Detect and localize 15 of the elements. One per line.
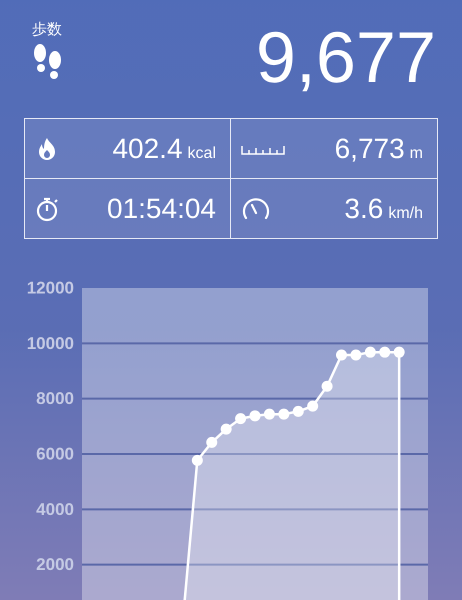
axis-tick-label: 4000 bbox=[36, 500, 74, 520]
stat-value: 6,773 bbox=[334, 134, 405, 163]
axis-tick-label: 2000 bbox=[36, 555, 74, 574]
stat-unit: kcal bbox=[188, 144, 216, 163]
stat-value: 3.6 bbox=[344, 194, 384, 223]
stat-value: 01:54:04 bbox=[107, 194, 216, 223]
stat-unit: m bbox=[410, 144, 423, 163]
axis-tick-label: 12000 bbox=[26, 278, 74, 298]
step-count: 9,677 bbox=[256, 22, 436, 94]
steps-label: 歩数 bbox=[32, 22, 62, 37]
axis-tick-label: 8000 bbox=[36, 389, 74, 408]
stat-unit: km/h bbox=[388, 204, 423, 223]
axis-tick-label: 6000 bbox=[36, 444, 74, 464]
axis-tick-label: 10000 bbox=[26, 334, 74, 354]
stat-value: 402.4 bbox=[112, 134, 183, 163]
